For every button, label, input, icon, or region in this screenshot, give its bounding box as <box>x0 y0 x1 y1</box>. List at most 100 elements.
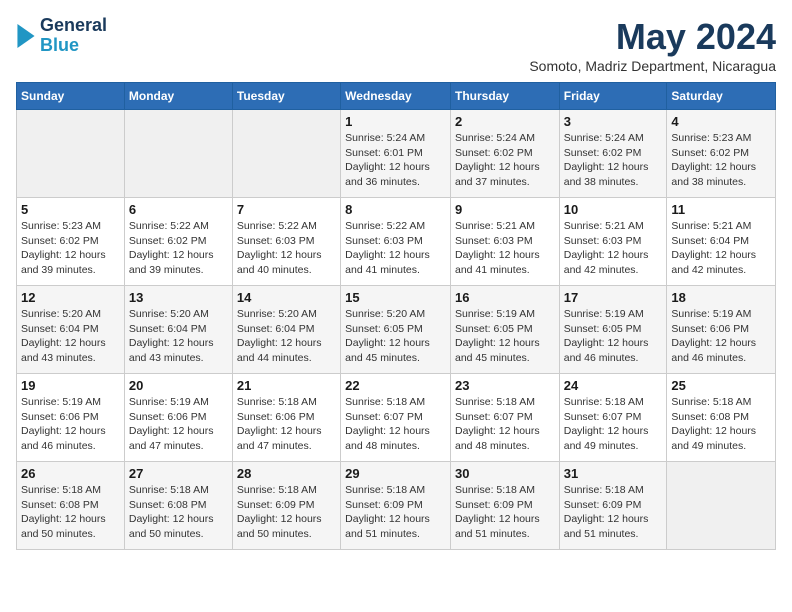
day-info: Sunrise: 5:18 AM Sunset: 6:09 PM Dayligh… <box>237 483 336 542</box>
day-info: Sunrise: 5:22 AM Sunset: 6:02 PM Dayligh… <box>129 219 228 278</box>
day-number: 14 <box>237 290 336 305</box>
calendar-cell: 2Sunrise: 5:24 AM Sunset: 6:02 PM Daylig… <box>450 110 559 198</box>
calendar-cell: 21 Sunrise: 5:18 AM Sunset: 6:06 PM Dayli… <box>232 374 340 462</box>
day-info: Sunrise: 5:18 AM Sunset: 6:06 PM Dayligh… <box>237 395 336 454</box>
day-number: 26 <box>21 466 120 481</box>
calendar-cell: 29Sunrise: 5:18 AM Sunset: 6:09 PM Dayli… <box>341 462 451 550</box>
calendar-cell: 13 Sunrise: 5:20 AM Sunset: 6:04 PM Dayli… <box>124 286 232 374</box>
calendar-week-row: 5 Sunrise: 5:23 AM Sunset: 6:02 PM Daylig… <box>17 198 776 286</box>
calendar-cell: 24Sunrise: 5:18 AM Sunset: 6:07 PM Dayli… <box>559 374 667 462</box>
calendar-cell: 4 Sunrise: 5:23 AM Sunset: 6:02 PM Daylig… <box>667 110 776 198</box>
day-header-friday: Friday <box>559 83 667 110</box>
day-header-thursday: Thursday <box>450 83 559 110</box>
day-header-wednesday: Wednesday <box>341 83 451 110</box>
calendar-cell: 7 Sunrise: 5:22 AM Sunset: 6:03 PM Daylig… <box>232 198 340 286</box>
day-info: Sunrise: 5:20 AM Sunset: 6:04 PM Dayligh… <box>237 307 336 366</box>
logo: General Blue <box>16 16 107 56</box>
day-number: 4 <box>671 114 771 129</box>
calendar-cell: 27 Sunrise: 5:18 AM Sunset: 6:08 PM Dayli… <box>124 462 232 550</box>
calendar-cell: 19 Sunrise: 5:19 AM Sunset: 6:06 PM Dayli… <box>17 374 125 462</box>
calendar-cell: 23 Sunrise: 5:18 AM Sunset: 6:07 PM Dayli… <box>450 374 559 462</box>
day-info: Sunrise: 5:23 AM Sunset: 6:02 PM Dayligh… <box>671 131 771 190</box>
day-header-tuesday: Tuesday <box>232 83 340 110</box>
day-number: 13 <box>129 290 228 305</box>
day-info: Sunrise: 5:20 AM Sunset: 6:04 PM Dayligh… <box>21 307 120 366</box>
calendar-cell: 8 Sunrise: 5:22 AM Sunset: 6:03 PM Daylig… <box>341 198 451 286</box>
calendar-cell: 18Sunrise: 5:19 AM Sunset: 6:06 PM Dayli… <box>667 286 776 374</box>
calendar-cell <box>124 110 232 198</box>
calendar-cell: 28Sunrise: 5:18 AM Sunset: 6:09 PM Dayli… <box>232 462 340 550</box>
day-info: Sunrise: 5:22 AM Sunset: 6:03 PM Dayligh… <box>345 219 446 278</box>
day-number: 31 <box>564 466 663 481</box>
calendar-cell: 11Sunrise: 5:21 AM Sunset: 6:04 PM Dayli… <box>667 198 776 286</box>
day-number: 10 <box>564 202 663 217</box>
calendar-cell: 3Sunrise: 5:24 AM Sunset: 6:02 PM Daylig… <box>559 110 667 198</box>
calendar-week-row: 12 Sunrise: 5:20 AM Sunset: 6:04 PM Dayli… <box>17 286 776 374</box>
day-info: Sunrise: 5:18 AM Sunset: 6:09 PM Dayligh… <box>455 483 555 542</box>
calendar-cell: 12 Sunrise: 5:20 AM Sunset: 6:04 PM Dayli… <box>17 286 125 374</box>
day-info: Sunrise: 5:21 AM Sunset: 6:03 PM Dayligh… <box>455 219 555 278</box>
day-number: 1 <box>345 114 446 129</box>
day-number: 8 <box>345 202 446 217</box>
day-info: Sunrise: 5:19 AM Sunset: 6:05 PM Dayligh… <box>455 307 555 366</box>
calendar-cell: 14 Sunrise: 5:20 AM Sunset: 6:04 PM Dayli… <box>232 286 340 374</box>
calendar-cell: 1 Sunrise: 5:24 AM Sunset: 6:01 PM Daylig… <box>341 110 451 198</box>
calendar-cell <box>232 110 340 198</box>
day-info: Sunrise: 5:24 AM Sunset: 6:02 PM Dayligh… <box>455 131 555 190</box>
day-info: Sunrise: 5:24 AM Sunset: 6:02 PM Dayligh… <box>564 131 663 190</box>
day-number: 17 <box>564 290 663 305</box>
day-header-saturday: Saturday <box>667 83 776 110</box>
day-info: Sunrise: 5:18 AM Sunset: 6:08 PM Dayligh… <box>671 395 771 454</box>
day-info: Sunrise: 5:19 AM Sunset: 6:05 PM Dayligh… <box>564 307 663 366</box>
day-number: 16 <box>455 290 555 305</box>
day-info: Sunrise: 5:23 AM Sunset: 6:02 PM Dayligh… <box>21 219 120 278</box>
calendar-week-row: 19 Sunrise: 5:19 AM Sunset: 6:06 PM Dayli… <box>17 374 776 462</box>
day-number: 22 <box>345 378 446 393</box>
calendar-cell <box>667 462 776 550</box>
title-block: May 2024 Somoto, Madriz Department, Nica… <box>529 16 776 74</box>
logo-icon <box>16 24 36 48</box>
day-info: Sunrise: 5:20 AM Sunset: 6:05 PM Dayligh… <box>345 307 446 366</box>
calendar-cell: 20Sunrise: 5:19 AM Sunset: 6:06 PM Dayli… <box>124 374 232 462</box>
day-info: Sunrise: 5:18 AM Sunset: 6:09 PM Dayligh… <box>345 483 446 542</box>
day-number: 27 <box>129 466 228 481</box>
logo-text: General Blue <box>40 16 107 56</box>
day-number: 23 <box>455 378 555 393</box>
day-number: 24 <box>564 378 663 393</box>
calendar-cell: 26 Sunrise: 5:18 AM Sunset: 6:08 PM Dayli… <box>17 462 125 550</box>
calendar-cell: 16 Sunrise: 5:19 AM Sunset: 6:05 PM Dayli… <box>450 286 559 374</box>
day-info: Sunrise: 5:18 AM Sunset: 6:07 PM Dayligh… <box>455 395 555 454</box>
day-number: 5 <box>21 202 120 217</box>
day-number: 12 <box>21 290 120 305</box>
calendar-body: 1 Sunrise: 5:24 AM Sunset: 6:01 PM Daylig… <box>17 110 776 550</box>
day-info: Sunrise: 5:19 AM Sunset: 6:06 PM Dayligh… <box>21 395 120 454</box>
calendar-cell: 31 Sunrise: 5:18 AM Sunset: 6:09 PM Dayli… <box>559 462 667 550</box>
day-number: 21 <box>237 378 336 393</box>
calendar-cell: 9Sunrise: 5:21 AM Sunset: 6:03 PM Daylig… <box>450 198 559 286</box>
calendar-cell: 5 Sunrise: 5:23 AM Sunset: 6:02 PM Daylig… <box>17 198 125 286</box>
calendar-table: SundayMondayTuesdayWednesdayThursdayFrid… <box>16 82 776 550</box>
day-info: Sunrise: 5:18 AM Sunset: 6:08 PM Dayligh… <box>21 483 120 542</box>
day-info: Sunrise: 5:18 AM Sunset: 6:08 PM Dayligh… <box>129 483 228 542</box>
day-info: Sunrise: 5:18 AM Sunset: 6:09 PM Dayligh… <box>564 483 663 542</box>
location-subtitle: Somoto, Madriz Department, Nicaragua <box>529 58 776 74</box>
month-title: May 2024 <box>529 16 776 58</box>
calendar-cell: 25Sunrise: 5:18 AM Sunset: 6:08 PM Dayli… <box>667 374 776 462</box>
day-info: Sunrise: 5:21 AM Sunset: 6:03 PM Dayligh… <box>564 219 663 278</box>
day-number: 7 <box>237 202 336 217</box>
day-number: 19 <box>21 378 120 393</box>
calendar-week-row: 1 Sunrise: 5:24 AM Sunset: 6:01 PM Daylig… <box>17 110 776 198</box>
calendar-cell <box>17 110 125 198</box>
day-number: 6 <box>129 202 228 217</box>
day-header-monday: Monday <box>124 83 232 110</box>
day-info: Sunrise: 5:20 AM Sunset: 6:04 PM Dayligh… <box>129 307 228 366</box>
day-number: 30 <box>455 466 555 481</box>
day-number: 18 <box>671 290 771 305</box>
day-info: Sunrise: 5:22 AM Sunset: 6:03 PM Dayligh… <box>237 219 336 278</box>
calendar-cell: 22 Sunrise: 5:18 AM Sunset: 6:07 PM Dayli… <box>341 374 451 462</box>
day-header-sunday: Sunday <box>17 83 125 110</box>
calendar-cell: 6 Sunrise: 5:22 AM Sunset: 6:02 PM Daylig… <box>124 198 232 286</box>
day-info: Sunrise: 5:18 AM Sunset: 6:07 PM Dayligh… <box>345 395 446 454</box>
day-info: Sunrise: 5:24 AM Sunset: 6:01 PM Dayligh… <box>345 131 446 190</box>
calendar-cell: 17 Sunrise: 5:19 AM Sunset: 6:05 PM Dayli… <box>559 286 667 374</box>
